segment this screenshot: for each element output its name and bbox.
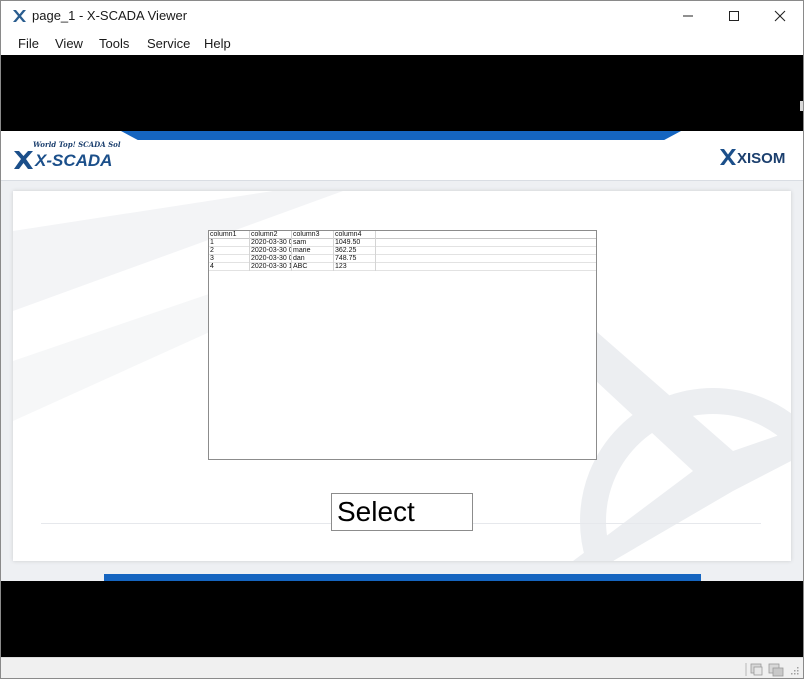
status-bar xyxy=(1,657,803,678)
content-panel: column1 column2 column3 column4 1 2020-0… xyxy=(13,191,791,561)
table-cell: 2020-03-30 1 xyxy=(251,263,292,271)
edge-marker xyxy=(800,101,803,111)
xisom-logo: XISOM xyxy=(720,149,785,167)
x-scada-app-icon xyxy=(13,10,26,22)
table-cell: 2020-03-30 0 xyxy=(251,247,292,255)
menu-help[interactable]: Help xyxy=(204,36,231,51)
status-icons xyxy=(745,663,799,677)
table-cell: 1 xyxy=(209,239,250,247)
table-cell: ABC xyxy=(292,263,334,271)
table-cell: 2020-03-30 0 xyxy=(251,255,292,263)
minimize-button[interactable] xyxy=(665,1,711,31)
table-cell: 123 xyxy=(334,263,376,271)
windows-icon[interactable] xyxy=(768,663,784,677)
select-button[interactable]: Select xyxy=(331,493,473,531)
xisom-name: XISOM xyxy=(737,150,785,167)
menu-bar: File View Tools Service Help xyxy=(1,31,803,55)
grid-view-icon[interactable] xyxy=(750,663,763,676)
column-header[interactable]: column2 xyxy=(250,231,292,239)
logo-tagline: World Top! SCADA Solution xyxy=(33,140,121,149)
table-cell: 2020-03-30 0 xyxy=(251,239,292,247)
table-cell: sam xyxy=(292,239,334,247)
table-cell: 3 xyxy=(209,255,250,263)
data-grid[interactable]: column1 column2 column3 column4 1 2020-0… xyxy=(208,230,597,460)
table-row[interactable]: 1 2020-03-30 0 sam 1049.50 xyxy=(209,239,596,247)
table-cell: marie xyxy=(292,247,334,255)
column-header[interactable]: column1 xyxy=(209,231,250,239)
close-icon xyxy=(774,10,786,22)
title-bar: page_1 - X-SCADA Viewer xyxy=(1,1,803,31)
table-row[interactable]: 4 2020-03-30 1 ABC 123 xyxy=(209,263,596,271)
table-cell: 4 xyxy=(209,263,250,271)
table-cell: 1049.50 xyxy=(334,239,376,247)
menu-view[interactable]: View xyxy=(55,36,83,51)
table-cell: 748.75 xyxy=(334,255,376,263)
menu-tools[interactable]: Tools xyxy=(99,36,129,51)
column-header[interactable]: column3 xyxy=(292,231,334,239)
footer-accent-bar xyxy=(104,574,701,581)
resize-grip-icon[interactable] xyxy=(791,667,799,675)
grid-header-row: column1 column2 column3 column4 xyxy=(209,231,596,239)
page-header: World Top! SCADA Solution X-SCADA XISOM xyxy=(1,131,803,181)
logo-name: X-SCADA xyxy=(34,151,112,170)
app-window: page_1 - X-SCADA Viewer File View Tools … xyxy=(0,0,804,679)
header-accent-bar xyxy=(121,131,681,140)
table-row[interactable]: 2 2020-03-30 0 marie 362.25 xyxy=(209,247,596,255)
menu-file[interactable]: File xyxy=(18,36,39,51)
top-black-band xyxy=(1,55,803,131)
bottom-black-band xyxy=(1,581,803,657)
scada-page: World Top! SCADA Solution X-SCADA XISOM … xyxy=(1,131,803,581)
window-title: page_1 - X-SCADA Viewer xyxy=(32,8,188,23)
maximize-icon xyxy=(729,11,739,21)
maximize-button[interactable] xyxy=(711,1,757,31)
table-row[interactable]: 3 2020-03-30 0 dan 748.75 xyxy=(209,255,596,263)
close-button[interactable] xyxy=(757,1,803,31)
minimize-icon xyxy=(683,15,693,17)
menu-service[interactable]: Service xyxy=(147,36,190,51)
column-header[interactable]: column4 xyxy=(334,231,376,239)
x-scada-logo: World Top! SCADA Solution X-SCADA xyxy=(14,140,121,170)
table-cell: 2 xyxy=(209,247,250,255)
table-cell: 362.25 xyxy=(334,247,376,255)
table-cell: dan xyxy=(292,255,334,263)
